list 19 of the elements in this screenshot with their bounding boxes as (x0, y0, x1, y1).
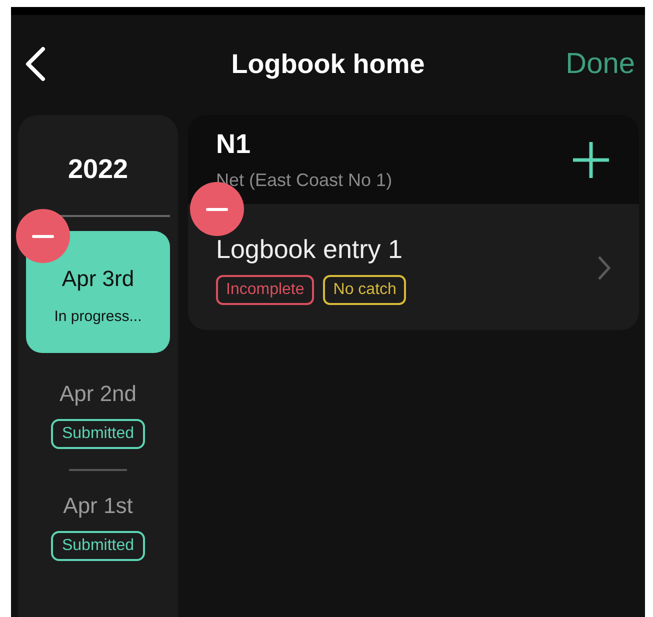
status-tag: No catch (323, 275, 406, 305)
page-title: Logbook home (231, 48, 425, 80)
entry-title: Logbook entry 1 (216, 234, 402, 265)
day-date: Apr 2nd (59, 381, 137, 407)
logbook-entry[interactable]: Logbook entry 1 Incomplete No catch (188, 204, 639, 330)
day-card[interactable]: Apr 3rd In progress... (26, 231, 170, 353)
chevron-icon (597, 255, 611, 281)
day-item[interactable]: Apr 1st Submitted (26, 493, 170, 561)
gear-code: N1 (216, 128, 252, 160)
status-badge: Submitted (50, 419, 146, 449)
back-icon[interactable] (24, 46, 46, 82)
status-badge: Submitted (50, 531, 146, 561)
day-date: Apr 1st (63, 493, 133, 519)
add-icon[interactable] (571, 140, 611, 180)
status-tag: Incomplete (216, 275, 314, 305)
remove-icon[interactable] (16, 209, 70, 263)
done-button[interactable]: Done (566, 48, 635, 80)
day-item[interactable]: Apr 2nd Submitted (26, 381, 170, 449)
year-label: 2022 (68, 153, 128, 185)
